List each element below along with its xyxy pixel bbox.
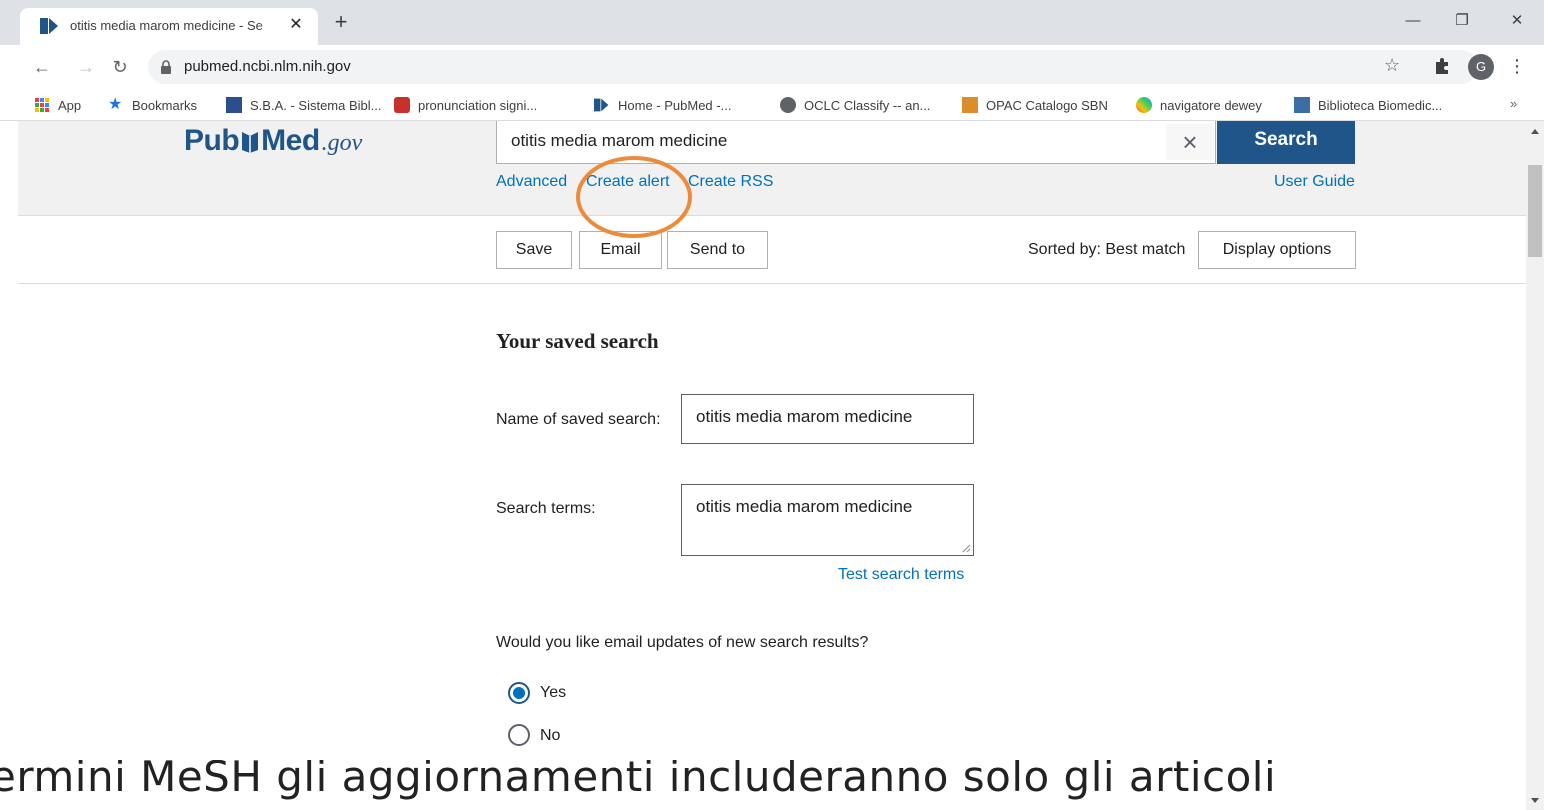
saved-search-heading: Your saved search	[496, 329, 659, 353]
results-action-bar: Save Email Send to Sorted by: Best match…	[18, 216, 1526, 284]
send-to-button[interactable]: Send to	[667, 231, 768, 269]
biblioteca-icon	[1294, 97, 1310, 113]
browser-toolbar: ← → ↻ pubmed.ncbi.nlm.nih.gov ☆ G ⋮	[0, 45, 1544, 89]
search-terms-label: Search terms:	[496, 500, 596, 517]
bookmark-oclc[interactable]: OCLC Classify -- an...	[780, 95, 930, 115]
globe-icon	[780, 97, 796, 113]
bookmark-sba[interactable]: S.B.A. - Sistema Bibl...	[226, 95, 382, 115]
bookmark-star-icon[interactable]: ☆	[1384, 55, 1400, 76]
radio-no-label: No	[540, 727, 561, 744]
back-arrow-icon[interactable]: ←	[30, 55, 54, 79]
test-search-terms-link[interactable]: Test search terms	[838, 566, 964, 584]
pubmed-icon	[594, 98, 609, 112]
new-tab-icon[interactable]: +	[330, 11, 352, 33]
slide-caption: ermini MeSH gli aggiornamenti includeran…	[0, 760, 1526, 810]
more-bookmarks-icon[interactable]: »	[1510, 96, 1517, 111]
reload-icon[interactable]: ↻	[108, 55, 132, 79]
apps-grid-icon	[35, 98, 49, 112]
bookmark-label: S.B.A. - Sistema Bibl...	[250, 97, 382, 113]
scroll-thumb[interactable]	[1528, 165, 1542, 257]
tab-strip: otitis media marom medicine - Se ✕ + — ❐…	[0, 0, 1544, 45]
dewey-icon	[1136, 97, 1152, 113]
browser-menu-icon[interactable]: ⋮	[1508, 54, 1526, 78]
bookmark-label: App	[58, 97, 82, 113]
logo-pub-text: Pub	[184, 124, 240, 157]
scroll-up-arrow-icon[interactable]	[1531, 129, 1539, 134]
search-terms-textarea[interactable]: otitis media marom medicine	[681, 484, 974, 556]
pubmed-favicon-icon	[40, 18, 58, 34]
search-button[interactable]: Search	[1217, 121, 1355, 164]
bookmark-opac[interactable]: OPAC Catalogo SBN	[962, 95, 1108, 115]
bookmarks-bar: App ★ Bookmarks S.B.A. - Sistema Bibl...…	[0, 89, 1544, 121]
bookmark-label: Bookmarks	[132, 97, 198, 113]
email-updates-question: Would you like email updates of new sear…	[496, 634, 869, 651]
saved-search-name-label: Name of saved search:	[496, 411, 661, 428]
caption-text: ermini MeSH gli aggiornamenti includeran…	[0, 760, 1277, 801]
page-scrollbar[interactable]	[1526, 121, 1544, 810]
bookmark-label: navigatore dewey	[1160, 97, 1262, 113]
save-button[interactable]: Save	[496, 231, 572, 269]
clear-search-icon[interactable]: ×	[1166, 124, 1214, 160]
logo-gov-text: .gov	[321, 130, 363, 156]
pubmed-logo[interactable]: Pub Med .gov	[184, 124, 362, 164]
radio-yes-label: Yes	[540, 684, 567, 701]
bookmark-label: Biblioteca Biomedic...	[1318, 97, 1443, 113]
sba-icon	[226, 97, 242, 113]
highlight-circle	[576, 156, 692, 238]
pubmed-page: Pub Med .gov otitis media marom medicine…	[18, 121, 1526, 810]
forward-arrow-icon[interactable]: →	[74, 55, 98, 79]
search-terms-value: otitis media marom medicine	[696, 497, 913, 516]
cambridge-icon	[394, 97, 410, 113]
bookmark-label: pronunciation signi...	[418, 97, 538, 113]
browser-tab[interactable]: otitis media marom medicine - Se ✕	[20, 8, 318, 45]
bookmark-dewey[interactable]: navigatore dewey	[1136, 95, 1262, 115]
lock-icon	[161, 60, 171, 74]
profile-avatar[interactable]: G	[1468, 54, 1494, 80]
url-text: pubmed.ncbi.nlm.nih.gov	[184, 58, 351, 75]
bookmark-pronunciation[interactable]: pronunciation signi...	[394, 95, 537, 115]
bookmark-label: OPAC Catalogo SBN	[986, 97, 1108, 113]
radio-no[interactable]	[508, 724, 530, 746]
book-icon	[242, 132, 259, 153]
tab-close-icon[interactable]: ✕	[286, 15, 306, 35]
bookmark-app[interactable]: App	[34, 95, 81, 115]
tab-title: otitis media marom medicine - Se	[70, 18, 263, 33]
address-bar[interactable]: pubmed.ncbi.nlm.nih.gov	[148, 50, 1478, 84]
resize-grip-icon[interactable]	[961, 543, 971, 553]
close-window-icon[interactable]: ✕	[1502, 8, 1532, 34]
logo-med-text: Med	[261, 124, 320, 157]
saved-search-name-input[interactable]: otitis media marom medicine	[681, 394, 974, 444]
user-guide-link[interactable]: User Guide	[1274, 173, 1355, 191]
restore-icon[interactable]: ❐	[1447, 8, 1477, 34]
bookmark-label: Home - PubMed -...	[618, 97, 732, 113]
advanced-link[interactable]: Advanced	[496, 173, 567, 191]
search-input[interactable]: otitis media marom medicine	[496, 121, 1216, 164]
opac-icon	[962, 97, 978, 113]
bookmark-biblioteca[interactable]: Biblioteca Biomedic...	[1294, 95, 1442, 115]
bookmark-label: OCLC Classify -- an...	[804, 97, 931, 113]
create-rss-link[interactable]: Create RSS	[688, 173, 773, 191]
radio-yes[interactable]	[508, 682, 530, 704]
minimize-icon[interactable]: —	[1398, 8, 1428, 34]
pubmed-header: Pub Med .gov otitis media marom medicine…	[18, 121, 1526, 216]
scroll-down-arrow-icon[interactable]	[1531, 798, 1539, 803]
sort-status: Sorted by: Best match	[1028, 241, 1186, 258]
extensions-puzzle-icon[interactable]	[1432, 56, 1452, 76]
star-icon: ★	[108, 96, 123, 113]
bookmark-pubmed[interactable]: Home - PubMed -...	[594, 95, 731, 115]
bookmark-bookmarks[interactable]: ★ Bookmarks	[108, 95, 197, 115]
display-options-button[interactable]: Display options	[1198, 231, 1356, 269]
